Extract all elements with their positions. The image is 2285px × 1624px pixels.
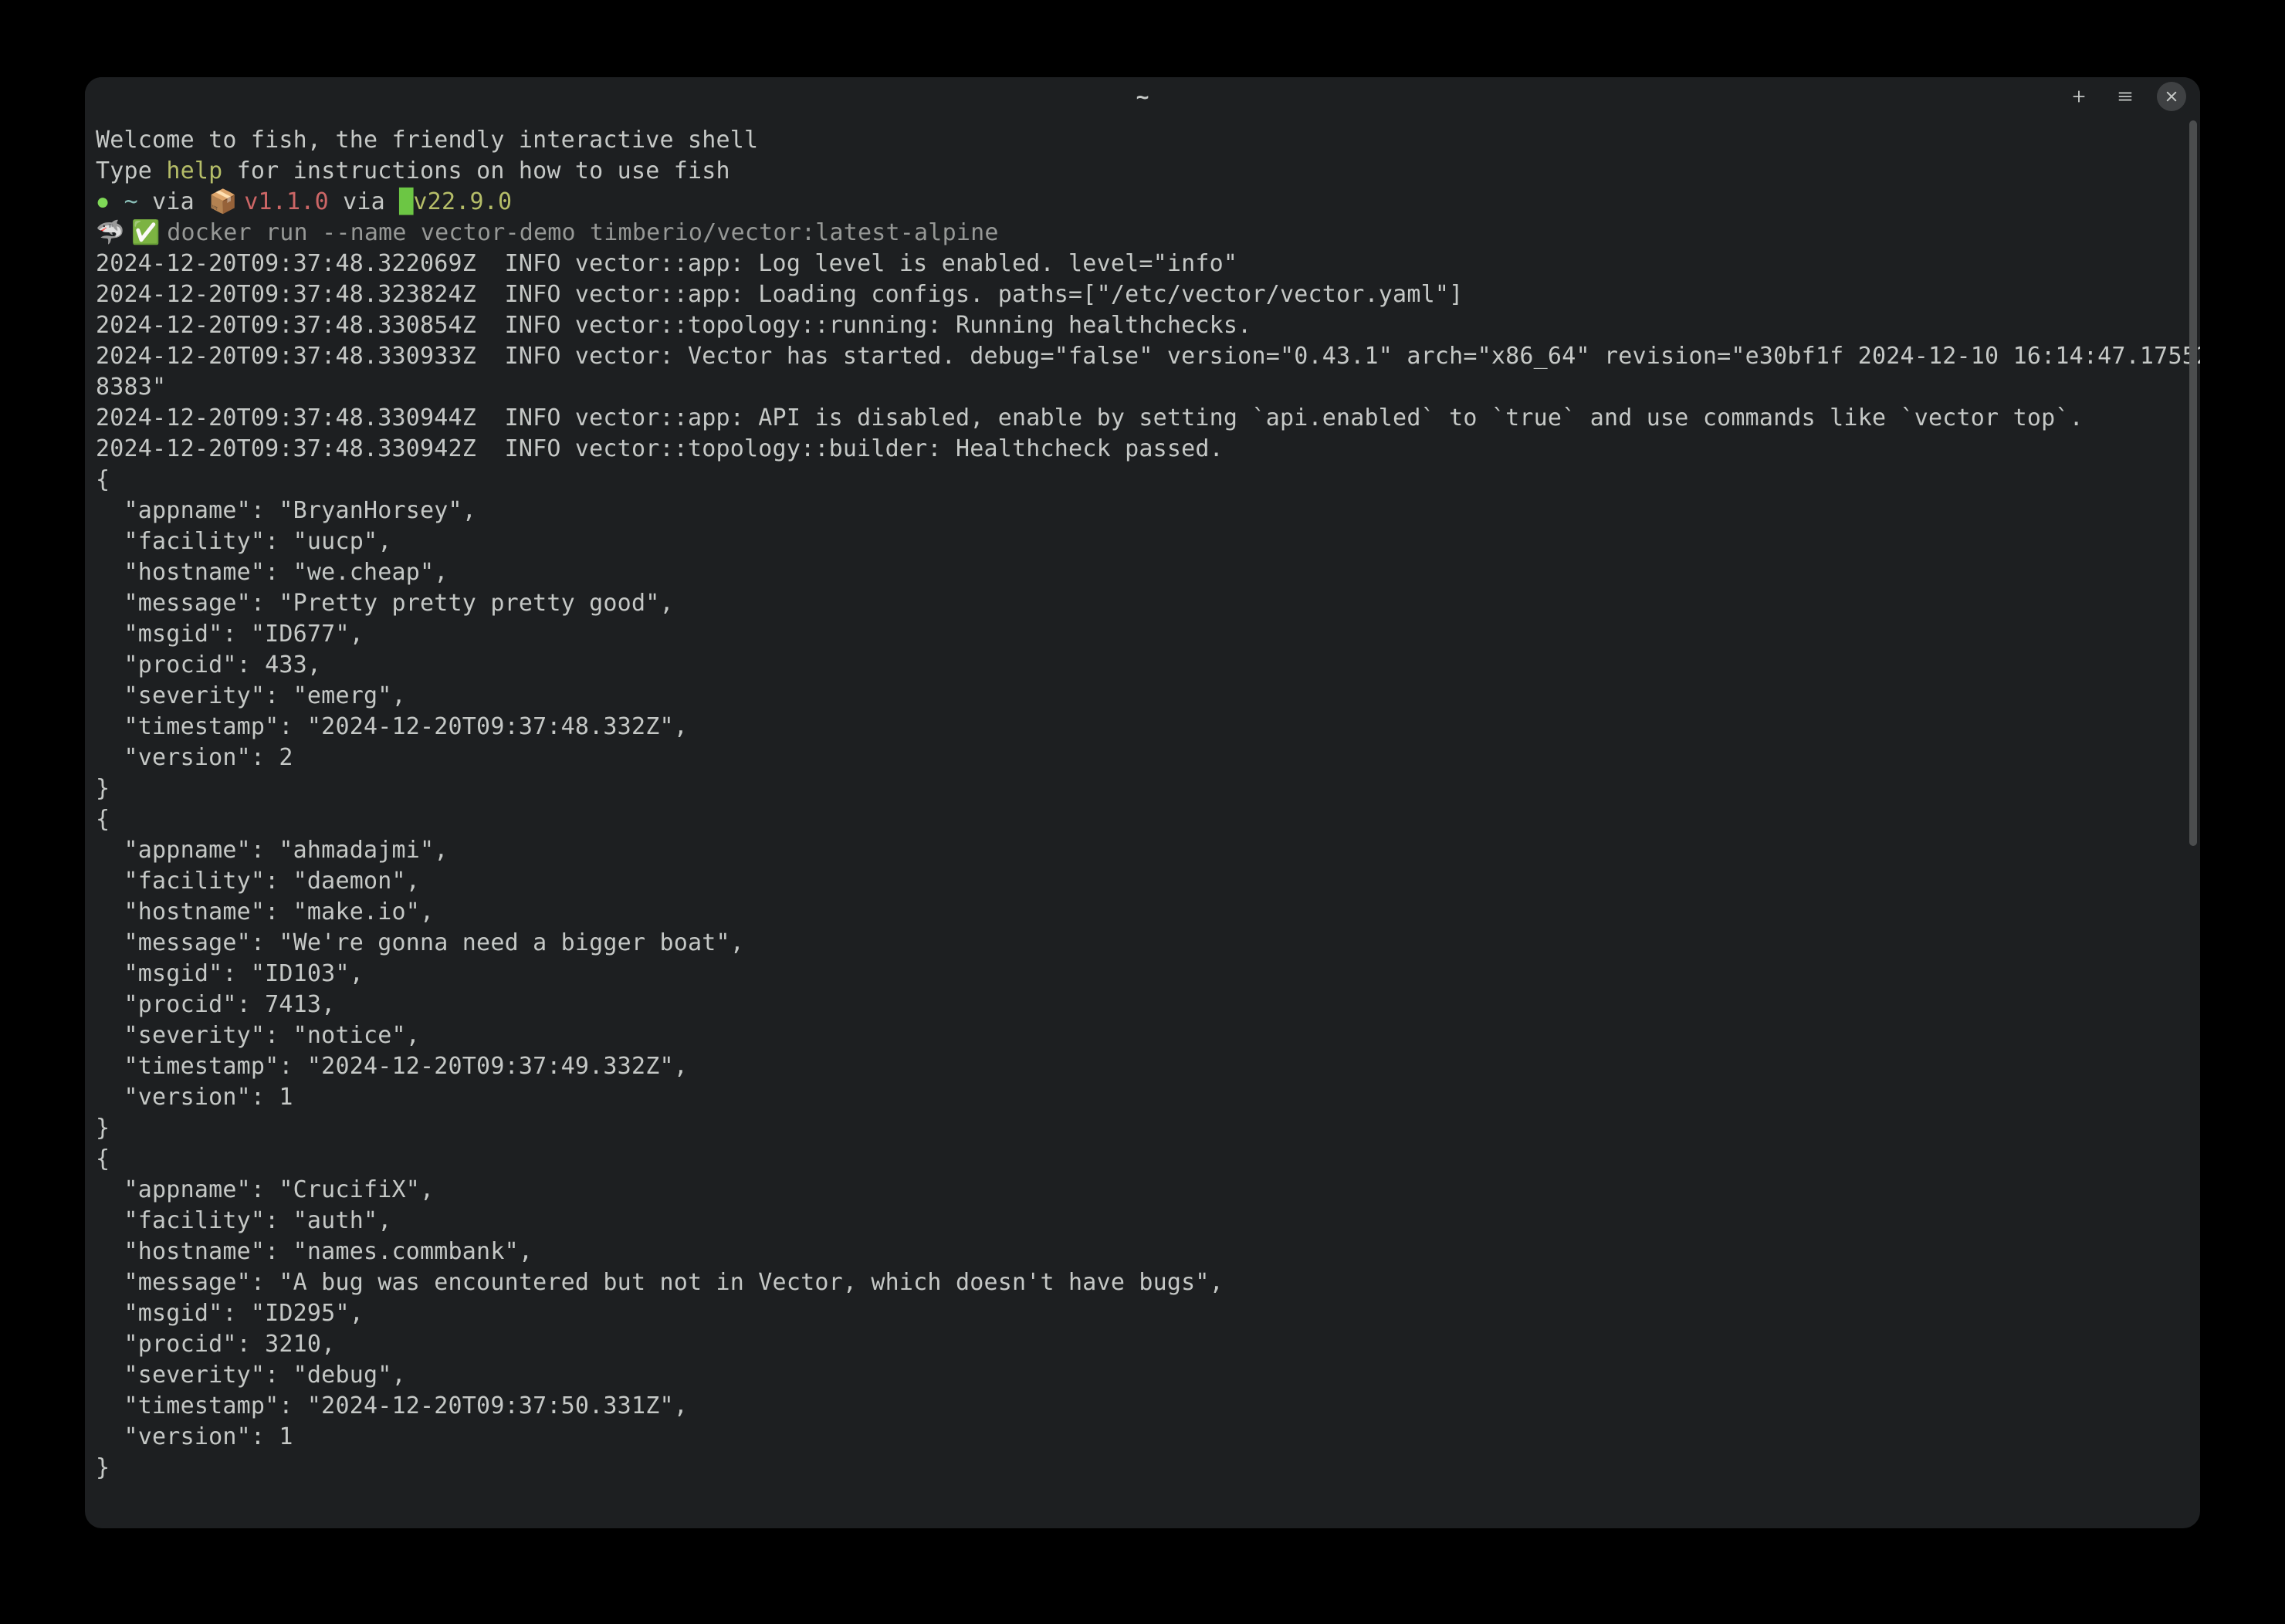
node-version: v22.9.0: [413, 188, 512, 215]
welcome-line-1: Welcome to fish, the friendly interactiv…: [96, 127, 758, 154]
prompt-shark-icon: 🦈: [96, 220, 131, 245]
terminal-body[interactable]: Welcome to fish, the friendly interactiv…: [85, 116, 2200, 1528]
prompt-via-2: via: [329, 188, 399, 215]
prompt-cwd: ~: [110, 188, 152, 215]
welcome-type: Type: [96, 157, 166, 184]
prompt-status-dot: ●: [96, 189, 110, 215]
window-title: ~: [85, 84, 2200, 110]
package-icon: 📦: [208, 189, 244, 215]
close-icon: [2165, 90, 2178, 103]
terminal-window: ~ Welcome to fish, the friendly interact…: [85, 77, 2200, 1528]
terminal-output: 2024-12-20T09:37:48.322069Z INFO vector:…: [96, 250, 2200, 1481]
menu-button[interactable]: [2111, 82, 2140, 111]
prompt-check-icon: ✅: [131, 220, 167, 245]
window-buttons: [2064, 82, 2186, 111]
welcome-rest: for instructions on how to use fish: [222, 157, 730, 184]
scrollbar-thumb[interactable]: [2189, 120, 2197, 846]
prompt-via-1: via: [152, 188, 208, 215]
entered-command: docker run --name vector-demo timberio/v…: [167, 219, 998, 246]
close-button[interactable]: [2157, 82, 2186, 111]
node-icon: █: [399, 188, 413, 215]
help-command: help: [166, 157, 222, 184]
window-titlebar: ~: [85, 77, 2200, 116]
plus-icon: [2070, 88, 2087, 105]
new-tab-button[interactable]: [2064, 82, 2094, 111]
package-version: v1.1.0: [244, 188, 329, 215]
hamburger-icon: [2117, 88, 2134, 105]
